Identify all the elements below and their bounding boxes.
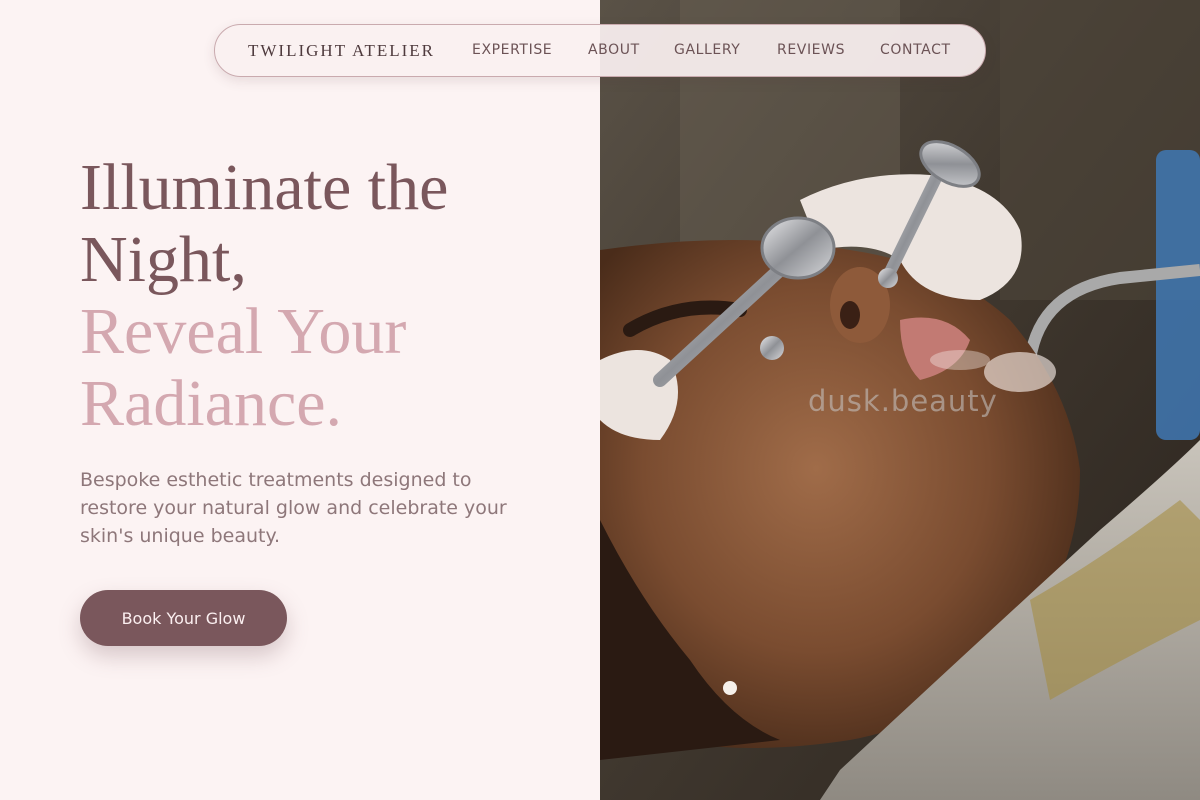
headline-accent-line: Radiance. [80, 367, 343, 440]
watermark-text: dusk.beauty [808, 384, 998, 418]
hero-description: Bespoke esthetic treatments designed to … [80, 469, 507, 547]
headline-line: Night, [80, 223, 247, 296]
nav-link-reviews[interactable]: REVIEWS [777, 42, 845, 58]
nav-link-expertise[interactable]: EXPERTISE [472, 42, 552, 58]
nav-link-contact[interactable]: CONTACT [880, 42, 951, 58]
book-your-glow-button[interactable]: Book Your Glow [80, 590, 287, 646]
landing-page: dusk.beauty TWILIGHT ATELIER EXPERTISE A… [0, 0, 1200, 800]
hero-headline: Illuminate the Night, Reveal Your Radian… [80, 152, 448, 440]
headline-line: Illuminate the [80, 151, 449, 224]
nav-link-gallery[interactable]: GALLERY [674, 42, 740, 58]
main-nav: TWILIGHT ATELIER EXPERTISE ABOUT GALLERY… [214, 24, 986, 77]
headline-accent-line: Reveal Your [80, 295, 407, 368]
nav-link-about[interactable]: ABOUT [588, 42, 640, 58]
brand-logo[interactable]: TWILIGHT ATELIER [248, 41, 435, 61]
